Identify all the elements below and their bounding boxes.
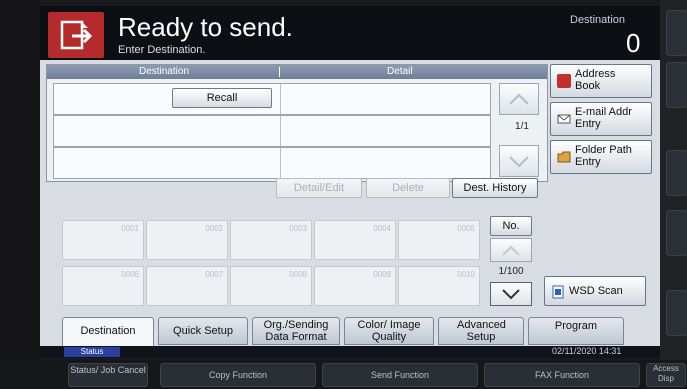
- speed-dial-key[interactable]: 0001: [62, 220, 144, 260]
- speed-dial-key[interactable]: 0006: [62, 266, 144, 306]
- status-label[interactable]: Status: [64, 347, 120, 357]
- delete-button[interactable]: Delete: [366, 178, 450, 198]
- hardware-function-bar: Status/ Job Cancel Copy Function Send Fu…: [0, 360, 687, 389]
- date-time: 02/11/2020 14:31: [552, 346, 622, 356]
- speed-dial-key[interactable]: 0003: [230, 220, 312, 260]
- speed-dial-key[interactable]: 0010: [398, 266, 480, 306]
- email-icon: [557, 112, 571, 126]
- destination-count-label: Destination: [570, 14, 626, 26]
- header: Ready to send. Enter Destination. Destin…: [40, 6, 660, 60]
- folder-icon: [557, 150, 571, 164]
- speed-dial-key[interactable]: 0005: [398, 220, 480, 260]
- wsd-scan-button[interactable]: WSD Scan: [544, 276, 646, 306]
- column-detail: Detail: [387, 66, 413, 77]
- table-row[interactable]: [53, 115, 491, 147]
- tab-color-image-quality[interactable]: Color/ Image Quality: [344, 317, 434, 345]
- tab-destination[interactable]: Destination: [62, 317, 154, 347]
- email-addr-entry-button[interactable]: E-mail Addr Entry: [550, 102, 652, 136]
- page-subtitle: Enter Destination.: [118, 44, 206, 56]
- touch-screen: Ready to send. Enter Destination. Destin…: [40, 6, 660, 358]
- scroll-up-button[interactable]: [499, 83, 539, 115]
- chevron-down-icon: [502, 289, 520, 300]
- tab-quick-setup[interactable]: Quick Setup: [158, 317, 248, 345]
- speed-dial-down-button[interactable]: [490, 282, 532, 306]
- speed-dial-key[interactable]: 0009: [314, 266, 396, 306]
- hardware-key[interactable]: [666, 150, 687, 196]
- table-header: Destination Detail: [47, 65, 547, 79]
- send-function-key[interactable]: Send Function: [322, 363, 478, 387]
- table-page-indicator: 1/1: [515, 121, 529, 132]
- tab-advanced-setup[interactable]: Advanced Setup: [438, 317, 524, 345]
- fax-function-key[interactable]: FAX Function: [484, 363, 640, 387]
- destination-count: 0: [626, 28, 641, 58]
- scan-icon: [551, 285, 565, 299]
- right-bezel: [660, 0, 687, 360]
- page-title: Ready to send.: [118, 12, 293, 42]
- folder-path-entry-label: Folder Path Entry: [575, 144, 632, 168]
- speed-dial-page-indicator: 1/100: [498, 266, 524, 277]
- scroll-down-button[interactable]: [499, 145, 539, 177]
- detail-edit-button[interactable]: Detail/Edit: [276, 178, 362, 198]
- chevron-down-icon: [509, 156, 529, 168]
- tab-org-sending-data-format[interactable]: Org./Sending Data Format: [252, 317, 340, 345]
- send-function-icon: [48, 12, 104, 58]
- folder-path-entry-button[interactable]: Folder Path Entry: [550, 140, 652, 174]
- recall-button[interactable]: Recall: [172, 88, 272, 108]
- access-display-key[interactable]: Access Disp: [646, 363, 686, 387]
- speed-dial-key[interactable]: 0004: [314, 220, 396, 260]
- speed-dial-key[interactable]: 0008: [230, 266, 312, 306]
- hardware-key[interactable]: [666, 10, 687, 56]
- speed-dial-key[interactable]: 0002: [146, 220, 228, 260]
- address-book-button[interactable]: Address Book: [550, 64, 652, 98]
- address-book-label: Address Book: [575, 68, 616, 92]
- speed-dial-key[interactable]: 0007: [146, 266, 228, 306]
- status-job-cancel-key[interactable]: Status/ Job Cancel: [68, 363, 148, 387]
- email-addr-entry-label: E-mail Addr Entry: [575, 106, 632, 130]
- tab-bar: Destination Quick Setup Org./Sending Dat…: [62, 317, 660, 347]
- address-book-icon: [557, 74, 571, 88]
- speed-dial-up-button[interactable]: [490, 238, 532, 262]
- tab-program[interactable]: Program: [528, 317, 624, 345]
- chevron-up-icon: [509, 93, 529, 105]
- wsd-scan-label: WSD Scan: [569, 285, 623, 297]
- left-bezel: [0, 0, 40, 389]
- hardware-key[interactable]: [666, 210, 687, 256]
- hardware-key[interactable]: [666, 62, 687, 108]
- dest-history-button[interactable]: Dest. History: [452, 178, 538, 198]
- column-destination: Destination: [139, 66, 190, 77]
- hardware-key[interactable]: [666, 290, 687, 336]
- number-button[interactable]: No.: [490, 216, 532, 236]
- speed-dial-grid: 0001 0002 0003 0004 0005 0006 0007 0008 …: [62, 220, 492, 310]
- table-row[interactable]: Recall: [53, 83, 491, 115]
- destination-table: Destination Detail Recall 1/1: [46, 64, 548, 182]
- table-row[interactable]: [53, 147, 491, 179]
- copy-function-key[interactable]: Copy Function: [160, 363, 316, 387]
- chevron-up-icon: [502, 245, 520, 256]
